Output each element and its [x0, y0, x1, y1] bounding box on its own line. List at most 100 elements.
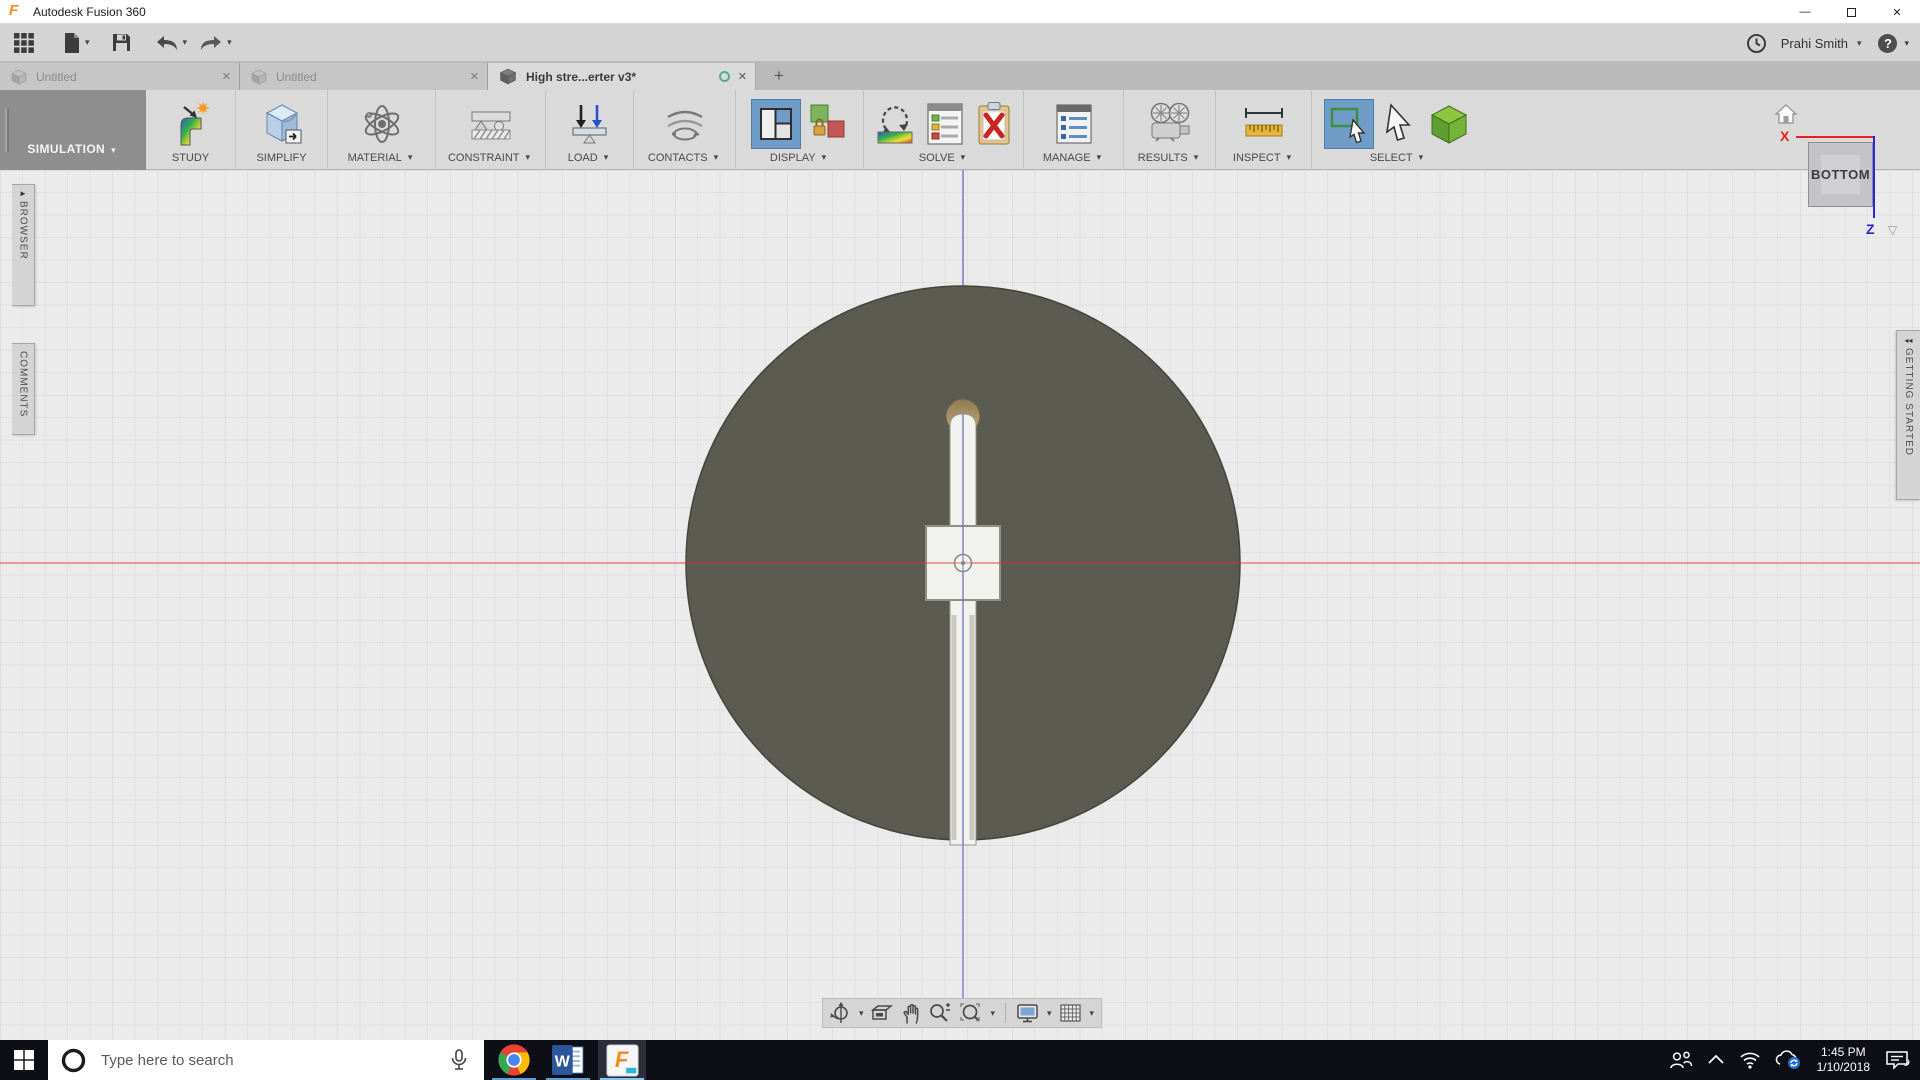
tray-expand-icon[interactable]: [1707, 1053, 1725, 1067]
group-label[interactable]: CONTACTS: [648, 152, 708, 164]
ribbon-group-results: RESULTS ▾: [1124, 90, 1216, 170]
results-icon[interactable]: [1146, 101, 1194, 147]
microphone-icon[interactable]: [448, 1048, 470, 1072]
group-dropdown-icon[interactable]: ▾: [1194, 152, 1199, 163]
solve-icon[interactable]: [873, 101, 917, 147]
people-icon[interactable]: [1669, 1050, 1693, 1070]
view-cube-face[interactable]: BOTTOM: [1808, 142, 1873, 207]
group-dropdown-icon[interactable]: ▾: [525, 152, 530, 163]
material-icon[interactable]: [359, 101, 405, 147]
getting-started-panel-tab[interactable]: ◂◂ GETTING STARTED: [1896, 330, 1920, 500]
taskbar-app-chrome[interactable]: [490, 1040, 538, 1080]
save-button[interactable]: [111, 27, 132, 59]
taskbar-app-fusion[interactable]: F: [598, 1040, 646, 1080]
group-dropdown-icon[interactable]: ▾: [714, 152, 719, 163]
display-layout-icon[interactable]: [750, 99, 801, 149]
tab-close-icon[interactable]: ✕: [470, 70, 479, 83]
document-tab-label: High stre...erter v3*: [526, 69, 637, 84]
group-label[interactable]: INSPECT: [1233, 152, 1281, 164]
view-cube[interactable]: X BOTTOM Z ▽: [1760, 95, 1920, 245]
document-tab-1[interactable]: Untitled ✕: [0, 63, 240, 90]
group-label[interactable]: RESULTS: [1138, 152, 1188, 164]
fit-icon[interactable]: [959, 1002, 983, 1024]
group-dropdown-icon[interactable]: ▾: [1419, 152, 1424, 163]
group-label[interactable]: SELECT: [1370, 152, 1413, 164]
constraint-icon[interactable]: [468, 101, 514, 147]
group-label[interactable]: MANAGE: [1043, 152, 1091, 164]
inspect-icon[interactable]: [1241, 101, 1287, 147]
tab-close-icon[interactable]: ✕: [738, 70, 747, 83]
account-menu[interactable]: Prahi Smith ▾: [1781, 36, 1865, 51]
group-label[interactable]: SOLVE: [919, 152, 955, 164]
orbit-menu-arrow-icon[interactable]: ▾: [859, 1008, 864, 1019]
model-viewport[interactable]: ► BROWSER COMMENTS ◂◂ GETTING STARTED X …: [0, 104, 1920, 1040]
comments-panel-tab[interactable]: COMMENTS: [12, 343, 35, 435]
origin-dot: [960, 560, 966, 566]
group-label[interactable]: CONSTRAINT: [448, 152, 520, 164]
maximize-button[interactable]: [1828, 0, 1874, 24]
select-box-icon[interactable]: [1427, 101, 1471, 147]
redo-button[interactable]: ▾: [198, 27, 235, 59]
document-tab-bar: Untitled ✕ Untitled ✕ High stre...erter …: [0, 62, 1920, 90]
file-menu-button[interactable]: ▾: [62, 27, 93, 59]
fit-menu-arrow-icon[interactable]: ▾: [990, 1008, 995, 1019]
group-label[interactable]: LOAD: [568, 152, 598, 164]
display-visibility-icon[interactable]: [806, 102, 848, 146]
wifi-icon[interactable]: [1739, 1051, 1761, 1069]
home-view-icon[interactable]: [1774, 103, 1798, 125]
taskbar-search[interactable]: Type here to search: [48, 1040, 484, 1080]
document-tab-active[interactable]: High stre...erter v3* ✕: [488, 63, 756, 90]
group-dropdown-icon[interactable]: ▾: [604, 152, 609, 163]
display-settings-icon[interactable]: [1016, 1002, 1040, 1024]
tab-close-icon[interactable]: ✕: [222, 70, 231, 83]
group-label[interactable]: MATERIAL: [348, 152, 402, 164]
group-label[interactable]: STUDY: [172, 152, 209, 164]
select-window-icon[interactable]: [1324, 99, 1374, 149]
ribbon-group-contacts: CONTACTS ▾: [634, 90, 736, 170]
action-center-icon[interactable]: [1884, 1049, 1910, 1071]
grid-settings-arrow-icon[interactable]: ▾: [1090, 1008, 1095, 1019]
ribbon-toolbar: SIMULATION ▾ STUDY SIMPLIFY MATERIAL ▾ C…: [0, 90, 1920, 170]
simplify-icon[interactable]: [259, 101, 305, 147]
app-grid-button[interactable]: [12, 27, 36, 59]
help-menu[interactable]: ? ▾: [1878, 33, 1912, 53]
orbit-icon[interactable]: [830, 1002, 852, 1024]
workspace-selector[interactable]: SIMULATION ▾: [0, 90, 146, 170]
grid-settings-icon[interactable]: [1059, 1002, 1083, 1024]
group-dropdown-icon[interactable]: ▾: [961, 152, 966, 163]
minimize-button[interactable]: —: [1782, 0, 1828, 24]
look-at-icon[interactable]: [870, 1003, 894, 1023]
contacts-icon[interactable]: [662, 101, 708, 147]
start-button[interactable]: [0, 1040, 48, 1080]
close-button[interactable]: ✕: [1874, 0, 1920, 24]
solve-details-icon[interactable]: [923, 101, 967, 147]
zoom-icon[interactable]: [928, 1002, 952, 1024]
taskbar-app-word[interactable]: W: [544, 1040, 592, 1080]
new-tab-button[interactable]: +: [768, 66, 790, 90]
undo-menu-arrow-icon[interactable]: ▾: [183, 37, 188, 48]
group-dropdown-icon[interactable]: ▾: [822, 152, 827, 163]
study-icon[interactable]: [169, 101, 213, 147]
select-cursor-icon[interactable]: [1379, 101, 1421, 147]
redo-menu-arrow-icon[interactable]: ▾: [227, 37, 232, 48]
clock-date[interactable]: 1:45 PM 1/10/2018: [1817, 1045, 1870, 1075]
view-cube-menu-icon[interactable]: ▽: [1888, 223, 1897, 237]
group-dropdown-icon[interactable]: ▾: [1287, 152, 1292, 163]
onedrive-sync-icon[interactable]: [1775, 1050, 1803, 1070]
pan-icon[interactable]: [901, 1002, 921, 1024]
group-label[interactable]: SIMPLIFY: [256, 152, 306, 164]
solve-cancel-icon[interactable]: [973, 101, 1015, 147]
undo-button[interactable]: ▾: [154, 27, 191, 59]
display-settings-arrow-icon[interactable]: ▾: [1047, 1008, 1052, 1019]
document-tab-label: Untitled: [276, 69, 317, 84]
window-title: Autodesk Fusion 360: [33, 4, 146, 19]
job-status-icon[interactable]: [1746, 33, 1767, 54]
group-dropdown-icon[interactable]: ▾: [408, 152, 413, 163]
comments-panel-label: COMMENTS: [17, 351, 29, 418]
document-tab-2[interactable]: Untitled ✕: [240, 63, 488, 90]
browser-panel-tab[interactable]: ► BROWSER: [12, 184, 35, 306]
group-dropdown-icon[interactable]: ▾: [1097, 152, 1102, 163]
group-label[interactable]: DISPLAY: [770, 152, 816, 164]
load-icon[interactable]: [567, 101, 613, 147]
manage-icon[interactable]: [1051, 101, 1097, 147]
